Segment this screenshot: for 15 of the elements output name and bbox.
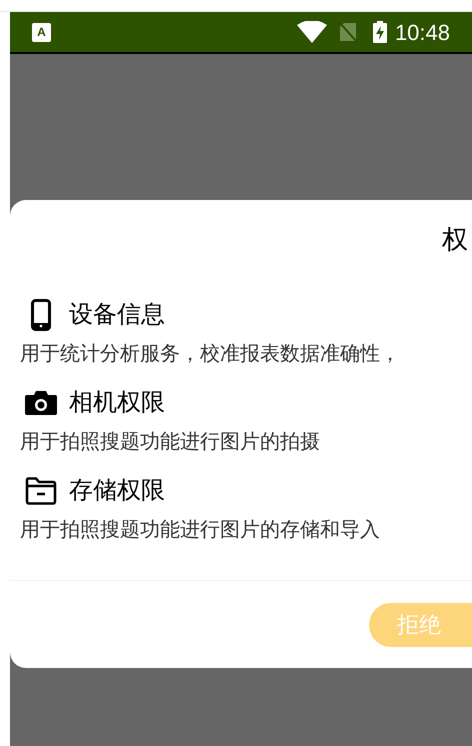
permission-description: 用于拍照搜题功能进行图片的拍摄 bbox=[20, 430, 321, 455]
permission-description: 用于拍照搜题功能进行图片的存储和导入 bbox=[20, 518, 381, 543]
no-sim-icon bbox=[338, 22, 357, 42]
clock-time: 10:48 bbox=[394, 18, 450, 46]
permission-title: 相机权限 bbox=[69, 388, 165, 418]
camera-icon bbox=[25, 391, 57, 415]
notification-icon: A bbox=[32, 22, 51, 42]
battery-charging-icon bbox=[372, 21, 387, 43]
phone-icon bbox=[31, 299, 51, 331]
folder-icon bbox=[25, 477, 57, 505]
dialog-title: 权 bbox=[442, 222, 468, 256]
permission-title: 设备信息 bbox=[69, 300, 165, 330]
wifi-icon bbox=[296, 21, 327, 43]
permission-description: 用于统计分析服务，校准报表数据准确性， bbox=[20, 342, 401, 367]
permission-title: 存储权限 bbox=[69, 476, 165, 506]
